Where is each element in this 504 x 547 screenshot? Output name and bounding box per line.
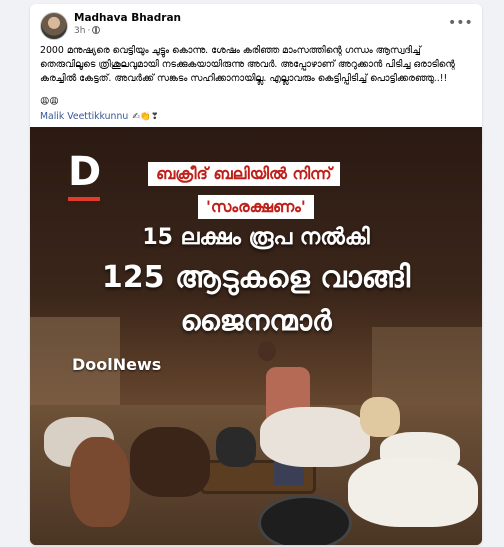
post-text: 2000 മനുഷ്യരെ വെട്ടിയും ചുട്ടും കൊന്നു. … bbox=[40, 45, 455, 84]
water-basin bbox=[258, 495, 352, 545]
headline-line-3: ജൈനന്മാർ bbox=[180, 304, 332, 337]
post-card: Madhava Bhadran 3h · ••• 2000 മനുഷ്യരെ വെ… bbox=[30, 4, 482, 545]
mention-emojis: ✍👏❣ bbox=[132, 112, 159, 122]
person-head bbox=[258, 341, 276, 361]
meta-separator: · bbox=[87, 26, 91, 36]
logo-bar bbox=[68, 197, 100, 201]
goat bbox=[348, 457, 478, 527]
author-name[interactable]: Madhava Bhadran bbox=[74, 12, 181, 24]
post-header: Madhava Bhadran 3h · ••• bbox=[40, 12, 473, 44]
goat bbox=[130, 427, 210, 497]
post-image[interactable]: D ബക്രീദ് ബലിയിൽ നിന്ന് 'സംരക്ഷണം' 15 ലക… bbox=[30, 127, 482, 545]
goat bbox=[360, 397, 400, 437]
globe-icon[interactable] bbox=[92, 26, 101, 34]
banner-line-2: 'സംരക്ഷണം' bbox=[198, 195, 314, 219]
headline-line-2: 125 ആടുകളെ വാങ്ങി bbox=[101, 260, 411, 295]
doolnews-logo: D bbox=[60, 149, 106, 205]
doolnews-watermark: DoolNews bbox=[72, 355, 161, 374]
watermark-accent: News bbox=[112, 355, 162, 374]
goat bbox=[70, 437, 130, 527]
post-time[interactable]: 3h bbox=[74, 26, 85, 36]
banner-line-1: ബക്രീദ് ബലിയിൽ നിന്ന് bbox=[148, 162, 340, 186]
post-meta: 3h · bbox=[74, 26, 101, 36]
post-emojis: 😩😩 bbox=[40, 97, 59, 107]
headline-line-1: 15 ലക്ഷം രൂപ നൽകി bbox=[142, 225, 370, 250]
mention-line: Malik Veettikkunnu ✍👏❣ bbox=[40, 111, 159, 122]
avatar[interactable] bbox=[40, 12, 68, 40]
goat bbox=[216, 427, 256, 467]
watermark-main: Dool bbox=[72, 355, 113, 374]
mention-link[interactable]: Malik Veettikkunnu bbox=[40, 111, 128, 122]
logo-letter: D bbox=[68, 149, 102, 195]
goat bbox=[260, 407, 370, 467]
more-options-button[interactable]: ••• bbox=[448, 14, 473, 34]
